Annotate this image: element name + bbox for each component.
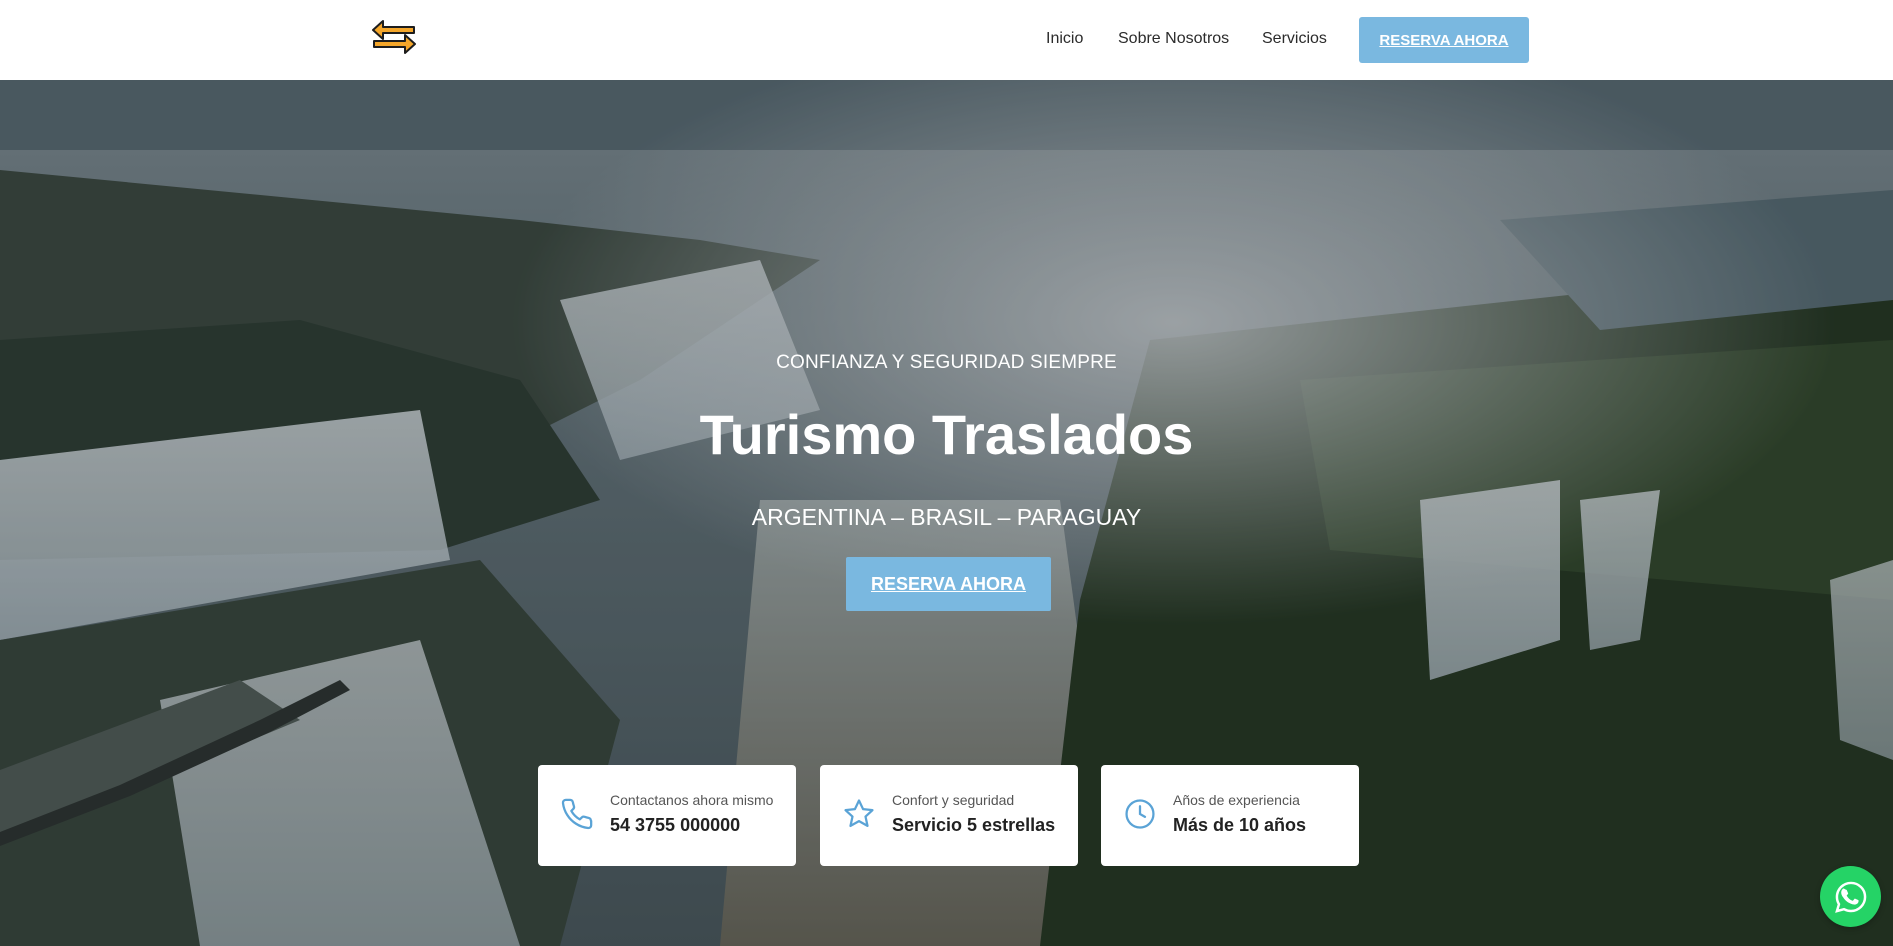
nav-sobre-nosotros[interactable]: Sobre Nosotros xyxy=(1118,30,1229,48)
clock-icon xyxy=(1123,797,1157,831)
card-value: Servicio 5 estrellas xyxy=(892,815,1056,835)
card-label: Años de experiencia xyxy=(1173,792,1300,808)
phone-icon xyxy=(560,797,594,831)
nav-inicio[interactable]: Inicio xyxy=(1046,30,1083,48)
hero-title: Turismo Traslados xyxy=(699,403,1194,466)
info-card-contact[interactable]: Contactanos ahora mismo 54 3755 000000 xyxy=(538,765,796,866)
hero-eyebrow: CONFIANZA Y SEGURIDAD SIEMPRE xyxy=(776,352,1117,373)
info-card-experience[interactable]: Años de experiencia Más de 10 años xyxy=(1101,765,1359,866)
card-label: Contactanos ahora mismo xyxy=(610,792,774,808)
hero-reserva-button[interactable]: RESERVA AHORA xyxy=(846,557,1051,611)
site-header: Inicio Sobre Nosotros Servicios RESERVA … xyxy=(0,0,1893,80)
info-card-comfort[interactable]: Confort y seguridad Servicio 5 estrellas xyxy=(820,765,1078,866)
hero-subtitle: ARGENTINA – BRASIL – PARAGUAY xyxy=(751,504,1142,530)
card-value: Más de 10 años xyxy=(1173,815,1307,835)
star-icon xyxy=(842,797,876,831)
whatsapp-icon[interactable] xyxy=(1820,866,1881,927)
header-reserva-button[interactable]: RESERVA AHORA xyxy=(1359,17,1529,63)
card-value: 54 3755 000000 xyxy=(610,815,741,835)
card-label: Confort y seguridad xyxy=(892,792,1015,808)
double-arrow-logo-icon[interactable] xyxy=(370,17,418,57)
nav-servicios[interactable]: Servicios xyxy=(1262,30,1327,48)
